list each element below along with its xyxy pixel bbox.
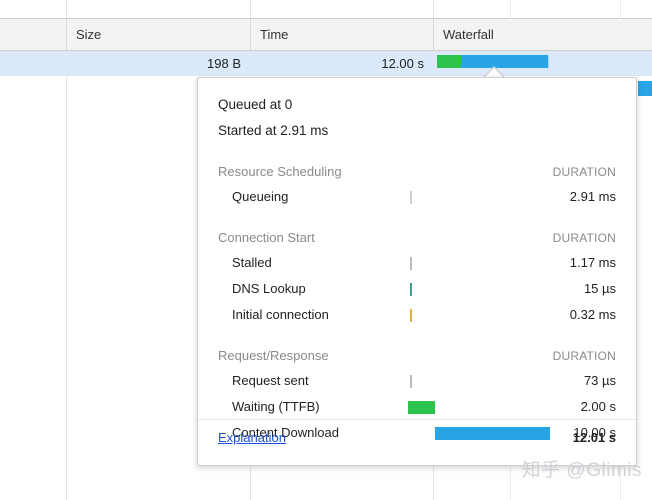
section-title: Connection Start bbox=[218, 230, 315, 245]
column-header-size[interactable]: Size bbox=[66, 19, 250, 50]
duration-column-label: DURATION bbox=[552, 165, 616, 179]
table-top-row-sliver bbox=[0, 0, 652, 19]
cell-name bbox=[0, 51, 66, 76]
cell-time: 12.00 s bbox=[381, 56, 424, 71]
duration-column-label: DURATION bbox=[552, 349, 616, 363]
section-header: Connection Start DURATION bbox=[218, 226, 616, 250]
timing-row-label: Request sent bbox=[232, 373, 309, 388]
timing-row-value: 2.91 ms bbox=[569, 189, 616, 204]
tooltip-queued-at: Queued at 0 bbox=[218, 97, 293, 112]
timing-row-bar bbox=[410, 309, 412, 322]
request-timing-tooltip: Queued at 0 Started at 2.91 ms Resource … bbox=[197, 77, 637, 466]
column-header-waterfall[interactable]: Waterfall bbox=[433, 19, 652, 50]
timing-row-value: 15 µs bbox=[583, 281, 616, 296]
column-header-name[interactable] bbox=[0, 19, 66, 50]
section-header: Resource Scheduling DURATION bbox=[218, 160, 616, 184]
timing-row-value: 73 µs bbox=[583, 373, 616, 388]
duration-column-label: DURATION bbox=[552, 231, 616, 245]
waterfall-segment-tail bbox=[548, 55, 549, 68]
timing-row-bar bbox=[410, 191, 412, 204]
timing-row-bar bbox=[410, 283, 412, 296]
waterfall-bar-next-row-fragment bbox=[638, 81, 652, 96]
waterfall-bar[interactable] bbox=[433, 55, 652, 68]
timing-row-label: Stalled bbox=[232, 255, 272, 270]
waterfall-segment-waiting bbox=[437, 55, 461, 68]
timing-row-waiting-ttfb: Waiting (TTFB) 2.00 s bbox=[218, 394, 616, 420]
cell-size: 198 B bbox=[207, 56, 241, 71]
timing-row-bar bbox=[410, 375, 412, 388]
tooltip-footer: Explanation 12.01 s bbox=[198, 419, 636, 465]
tooltip-footer-divider bbox=[198, 419, 636, 420]
timing-row-request-sent: Request sent 73 µs bbox=[218, 368, 616, 394]
timing-row-value: 1.17 ms bbox=[569, 255, 616, 270]
timing-row-label: DNS Lookup bbox=[232, 281, 306, 296]
section-title: Request/Response bbox=[218, 348, 329, 363]
column-header-time[interactable]: Time bbox=[250, 19, 433, 50]
timing-row-label: Waiting (TTFB) bbox=[232, 399, 320, 414]
timing-row-initial-connection: Initial connection 0.32 ms bbox=[218, 302, 616, 328]
table-header-row: Size Time Waterfall bbox=[0, 19, 652, 51]
timing-row-dns-lookup: DNS Lookup 15 µs bbox=[218, 276, 616, 302]
timing-row-value: 0.32 ms bbox=[569, 307, 616, 322]
timing-section-connection-start: Connection Start DURATION Stalled 1.17 m… bbox=[218, 226, 616, 328]
tooltip-started-at: Started at 2.91 ms bbox=[218, 123, 329, 138]
tooltip-body: Queued at 0 Started at 2.91 ms Resource … bbox=[198, 78, 636, 446]
timing-row-label: Initial connection bbox=[232, 307, 329, 322]
timing-row-bar bbox=[410, 257, 412, 270]
timing-row-queueing: Queueing 2.91 ms bbox=[218, 184, 616, 210]
total-duration-value: 12.01 s bbox=[572, 430, 616, 445]
timing-row-stalled: Stalled 1.17 ms bbox=[218, 250, 616, 276]
timing-section-resource-scheduling: Resource Scheduling DURATION Queueing 2.… bbox=[218, 160, 616, 210]
timing-row-label: Queueing bbox=[232, 189, 289, 204]
section-title: Resource Scheduling bbox=[218, 164, 342, 179]
timing-row-value: 2.00 s bbox=[580, 399, 616, 414]
section-header: Request/Response DURATION bbox=[218, 344, 616, 368]
explanation-link[interactable]: Explanation bbox=[218, 430, 286, 445]
timing-row-bar bbox=[408, 401, 435, 414]
